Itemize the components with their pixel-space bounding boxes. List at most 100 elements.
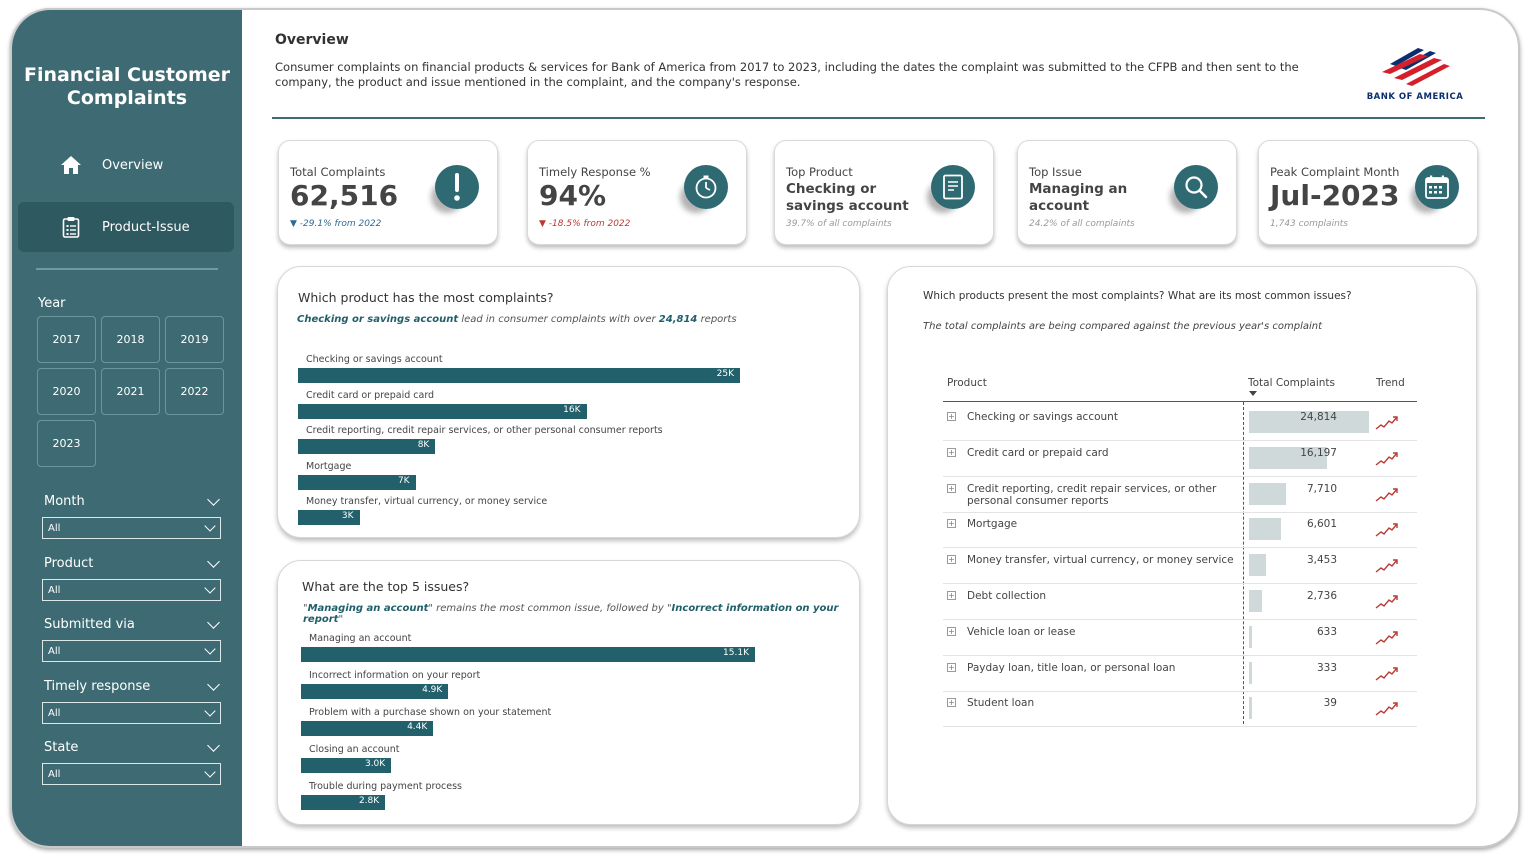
state-dropdown-value: All (48, 768, 61, 780)
table-row[interactable]: + Debt collection 2,736 (943, 584, 1417, 620)
expand-icon[interactable]: + (947, 591, 956, 600)
bar[interactable]: 7K (298, 474, 416, 490)
bar[interactable]: 2.8K (301, 795, 386, 810)
submitted-via-filter-label: Submitted via (44, 617, 135, 632)
table-header-rule (943, 401, 1417, 402)
kpi-change: ▼ -18.5% from 2022 (539, 219, 631, 229)
trend-sparkline-icon (1375, 702, 1398, 716)
expand-icon[interactable]: + (947, 698, 956, 708)
subtitle-text: reports (697, 314, 737, 325)
total-complaints-bar (1249, 661, 1252, 684)
table-row[interactable]: + Credit card or prepaid card 16,197 (943, 441, 1417, 477)
page-title: Overview (275, 32, 349, 48)
table-row[interactable]: + Mortgage 6,601 (943, 512, 1417, 549)
year-2023-button[interactable]: 2023 (37, 420, 96, 467)
expand-icon[interactable]: + (947, 412, 956, 421)
chevron-down-icon (204, 520, 216, 532)
bar-data-label: 3.0K (364, 759, 386, 769)
bar[interactable]: 8K (298, 439, 436, 454)
product-dropdown[interactable]: All (42, 579, 221, 601)
subtitle-highlight: 24,814 (658, 314, 698, 325)
bar[interactable]: 15.1K (301, 647, 755, 662)
main-content: Overview Consumer complaints on financia… (242, 10, 1518, 846)
state-filter-label: State (44, 740, 79, 755)
issues-chart-subtitle: "Managing an account" remains the most c… (303, 603, 859, 625)
year-2021-button[interactable]: 2021 (101, 368, 160, 415)
table-row[interactable]: + Student loan 39 (943, 691, 1417, 728)
product-name: Credit card or prepaid card (967, 446, 1109, 459)
year-2022-button[interactable]: 2022 (165, 368, 224, 415)
month-filter-header[interactable]: Month (44, 493, 222, 509)
total-complaints-value: 7,710 (1306, 482, 1337, 495)
products-chart-subtitle: Checking or savings account lead in cons… (297, 314, 737, 325)
state-filter-header[interactable]: State (44, 739, 222, 755)
year-2018-button[interactable]: 2018 (101, 316, 160, 363)
bar-data-label: 16K (563, 404, 581, 415)
column-header-total[interactable]: Total Complaints (1248, 377, 1335, 389)
trend-sparkline-icon (1375, 631, 1398, 645)
subtitle-text: lead in consumer complaints with over (458, 314, 659, 325)
chevron-down-icon (207, 739, 220, 752)
expand-icon[interactable]: + (947, 626, 956, 636)
expand-icon[interactable]: + (947, 447, 956, 457)
products-chart-card: Which product has the most complaints? C… (277, 266, 860, 538)
trend-sparkline-icon (1375, 452, 1398, 466)
kpi-label: Peak Complaint Month (1270, 165, 1400, 179)
timely-response-dropdown[interactable]: All (42, 702, 221, 724)
bar-category-label: Trouble during payment process (309, 781, 462, 792)
timely-response-filter-header[interactable]: Timely response (44, 678, 222, 694)
column-header-trend[interactable]: Trend (1376, 377, 1405, 389)
bank-of-america-flag-icon (1382, 48, 1450, 86)
nav-overview[interactable]: Overview (18, 140, 234, 190)
bar[interactable]: 25K (298, 368, 740, 383)
expand-icon[interactable]: + (947, 519, 956, 529)
kpi-label: Timely Response % (539, 165, 651, 179)
submitted-via-dropdown[interactable]: All (42, 640, 221, 662)
month-dropdown[interactable]: All (42, 517, 221, 539)
timely-response-dropdown-value: All (48, 707, 61, 719)
product-name: Mortgage (967, 518, 1018, 531)
column-header-product[interactable]: Product (947, 377, 987, 389)
bar-category-label: Credit card or prepaid card (306, 389, 435, 401)
year-2019-button[interactable]: 2019 (165, 316, 224, 363)
expand-icon[interactable]: + (947, 555, 956, 565)
table-row[interactable]: + Payday loan, title loan, or personal lo… (943, 656, 1417, 692)
year-2017-button[interactable]: 2017 (37, 316, 96, 363)
total-complaints-value: 633 (1316, 625, 1337, 638)
state-dropdown[interactable]: All (42, 763, 221, 785)
kpi-label: Total Complaints (290, 165, 386, 179)
bank-of-america-logo: BANK OF AMERICA (1360, 42, 1470, 102)
total-complaints-value: 333 (1316, 661, 1337, 674)
total-complaints-bar (1249, 518, 1281, 541)
bar[interactable]: 16K (298, 403, 587, 419)
trend-sparkline-icon (1375, 559, 1398, 573)
product-filter-header[interactable]: Product (44, 555, 222, 571)
bar[interactable]: 3K (298, 510, 360, 525)
chevron-down-icon (207, 493, 220, 506)
table-row[interactable]: + Credit reporting, credit repair service… (943, 477, 1417, 513)
total-complaints-bar (1249, 482, 1287, 505)
bar[interactable]: 4.4K (301, 721, 434, 736)
month-filter-label: Month (44, 494, 85, 509)
expand-icon[interactable]: + (947, 483, 956, 493)
nav-product-issue[interactable]: Product-Issue (18, 202, 234, 252)
sort-descending-icon[interactable] (1249, 391, 1257, 396)
expand-icon[interactable]: + (947, 662, 956, 672)
document-icon (931, 165, 975, 209)
bar-category-label: Credit reporting, credit repair services… (306, 425, 663, 436)
table-card-title: Which products present the most complain… (923, 290, 1352, 302)
submitted-via-filter-header[interactable]: Submitted via (44, 616, 222, 632)
subtitle-highlight: Managing an account (307, 603, 429, 614)
year-2020-button[interactable]: 2020 (37, 368, 96, 415)
table-row[interactable]: + Vehicle loan or lease 633 (943, 620, 1417, 656)
search-icon (1174, 165, 1218, 209)
product-name: Credit reporting, credit repair services… (967, 482, 1217, 507)
product-dropdown-value: All (48, 584, 61, 596)
total-complaints-bar (1249, 697, 1252, 720)
table-row[interactable]: + Money transfer, virtual currency, or mo… (943, 548, 1417, 585)
table-row[interactable]: + Checking or savings account 24,814 (943, 405, 1417, 441)
total-complaints-bar (1249, 554, 1266, 577)
bar[interactable]: 4.9K (301, 684, 449, 699)
product-name: Student loan (967, 697, 1035, 710)
bar[interactable]: 3.0K (301, 758, 392, 773)
